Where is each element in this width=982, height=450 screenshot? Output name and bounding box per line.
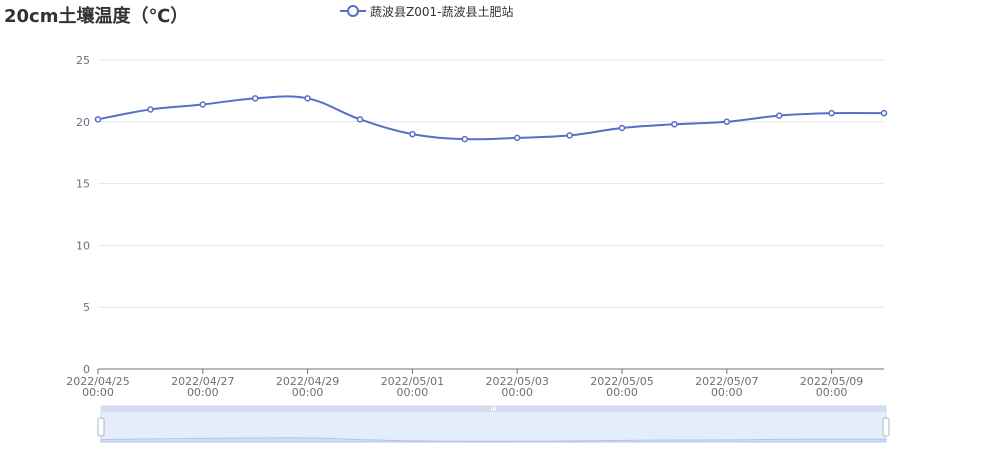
data-point[interactable] xyxy=(566,132,573,139)
zoom-handle-left[interactable] xyxy=(97,417,105,437)
y-tick-label: 25 xyxy=(76,54,90,67)
y-tick-label: 20 xyxy=(76,116,90,129)
y-tick-label: 15 xyxy=(76,178,90,191)
x-axis: 2022/04/2500:002022/04/2700:002022/04/29… xyxy=(66,369,863,399)
data-point[interactable] xyxy=(671,121,678,128)
data-point[interactable] xyxy=(775,112,783,119)
data-point[interactable] xyxy=(618,124,626,132)
data-point[interactable] xyxy=(304,95,311,102)
data-zoom-slider[interactable] xyxy=(97,405,890,443)
grid-lines xyxy=(98,59,884,370)
series-group xyxy=(94,95,888,143)
y-tick-label: 5 xyxy=(83,301,90,314)
x-tick-time-label: 00:00 xyxy=(292,386,324,399)
data-point[interactable] xyxy=(513,134,521,142)
data-point[interactable] xyxy=(828,109,835,117)
x-tick-time-label: 00:00 xyxy=(397,386,429,399)
y-axis: 0510152025 xyxy=(76,54,90,376)
zoom-handle-right[interactable] xyxy=(882,417,890,437)
data-point[interactable] xyxy=(147,106,154,113)
data-point[interactable] xyxy=(880,109,888,117)
data-point[interactable] xyxy=(199,101,207,108)
x-tick-time-label: 00:00 xyxy=(187,386,219,399)
series-line xyxy=(97,95,885,141)
data-point[interactable] xyxy=(723,118,731,126)
x-tick-time-label: 00:00 xyxy=(606,386,638,399)
x-tick-time-label: 00:00 xyxy=(711,386,743,399)
data-point[interactable] xyxy=(94,116,102,123)
x-tick-time-label: 00:00 xyxy=(82,386,114,399)
data-point[interactable] xyxy=(356,116,364,123)
data-point[interactable] xyxy=(409,130,416,138)
y-tick-label: 10 xyxy=(76,239,90,252)
x-tick-time-label: 00:00 xyxy=(501,386,533,399)
data-point[interactable] xyxy=(251,95,259,102)
line-chart: 0510152025 2022/04/2500:002022/04/2700:0… xyxy=(66,54,890,443)
data-point[interactable] xyxy=(461,135,469,143)
x-tick-time-label: 00:00 xyxy=(816,386,848,399)
